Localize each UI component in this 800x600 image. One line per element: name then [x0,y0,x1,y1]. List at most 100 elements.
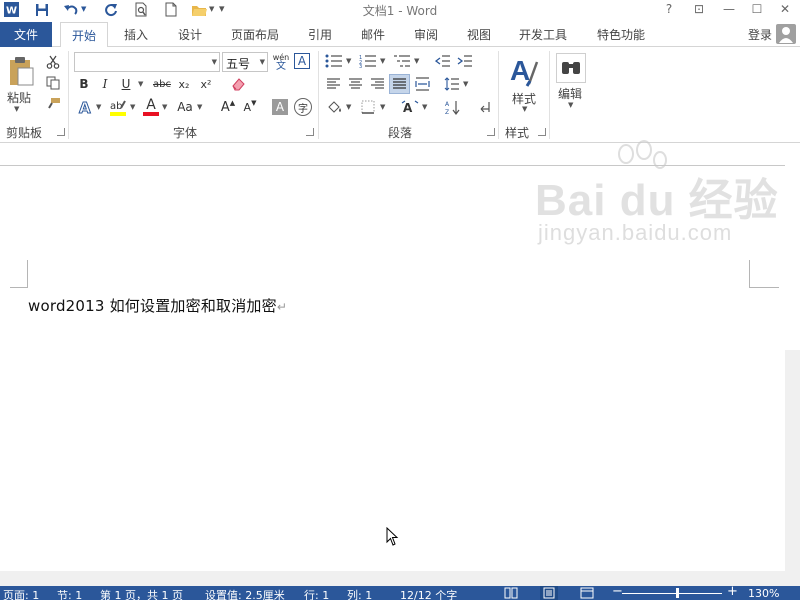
document-text[interactable]: word2013 如何设置加密和取消加密↵ [28,295,287,316]
status-word-count[interactable]: 12/12 个字 [400,587,457,600]
print-preview-icon[interactable] [132,1,150,18]
sort-button[interactable]: AZ [443,98,461,116]
zoom-slider[interactable] [622,593,722,594]
status-line[interactable]: 行: 1 [304,587,329,600]
shading-dropdown-icon[interactable]: ▼ [346,103,351,111]
subscript-button[interactable]: x₂ [175,75,193,93]
sign-in-link[interactable]: 登录 [748,26,772,43]
chinese-layout-button[interactable]: A [400,98,420,116]
shading-button[interactable] [324,98,344,116]
paste-label[interactable]: 粘贴 [7,89,31,106]
highlight-dropdown-icon[interactable]: ▼ [130,103,135,111]
zoom-out-button[interactable]: − [612,584,623,599]
styles-launcher-icon[interactable] [538,128,546,136]
paste-button[interactable] [4,53,38,89]
styles-dropdown-icon[interactable]: ▼ [522,105,527,113]
tab-file[interactable]: 文件 [0,22,52,47]
multilevel-list-button[interactable] [392,52,412,70]
underline-button[interactable]: U [118,75,134,93]
underline-dropdown-icon[interactable]: ▼ [138,80,143,88]
borders-button[interactable] [358,98,378,116]
decrease-indent-button[interactable] [434,52,452,70]
customize-qat-icon[interactable]: ▾ [219,2,225,15]
status-column[interactable]: 列: 1 [347,587,372,600]
avatar[interactable] [776,24,796,44]
align-center-button[interactable] [346,75,364,93]
paragraph-launcher-icon[interactable] [487,128,495,136]
borders-dropdown-icon[interactable]: ▼ [380,103,385,111]
character-shading-button[interactable]: A [272,99,288,115]
strikethrough-button[interactable]: abc [151,75,173,93]
undo-icon[interactable] [62,1,80,18]
shrink-font-button[interactable]: A ▼ [242,98,258,116]
tab-view[interactable]: 视图 [456,22,502,47]
font-color-button[interactable]: A [142,97,160,117]
cut-button[interactable] [44,53,62,71]
line-spacing-dropdown-icon[interactable]: ▼ [463,80,468,88]
text-effects-button[interactable]: A [76,98,94,116]
tab-insert[interactable]: 插入 [113,22,159,47]
grow-font-button[interactable]: A ▲ [220,98,236,116]
justify-button[interactable] [389,74,410,94]
tab-mailings[interactable]: 邮件 [350,22,396,47]
maximize-button[interactable]: ☐ [744,0,770,18]
line-spacing-button[interactable] [443,75,461,93]
text-effects-dropdown-icon[interactable]: ▼ [96,103,101,111]
save-icon[interactable] [33,1,51,18]
bullets-button[interactable] [324,52,344,70]
zoom-level[interactable]: 130% [748,587,779,600]
bold-button[interactable]: B [76,75,92,93]
zoom-in-button[interactable]: + [727,584,738,599]
new-document-icon[interactable] [162,1,180,18]
styles-gallery-button[interactable]: A [508,53,540,89]
font-name-combo[interactable]: ▼ [74,52,220,72]
web-layout-icon[interactable] [580,587,594,599]
tab-special-features[interactable]: 特色功能 [588,22,654,47]
bullets-dropdown-icon[interactable]: ▼ [346,57,351,65]
align-left-button[interactable] [324,75,342,93]
change-case-button[interactable]: Aa [174,98,196,116]
font-launcher-icon[interactable] [306,128,314,136]
superscript-button[interactable]: x² [197,75,215,93]
ribbon-display-options-button[interactable]: ⊡ [686,0,712,18]
tab-review[interactable]: 审阅 [403,22,449,47]
chinese-layout-dropdown-icon[interactable]: ▼ [422,103,427,111]
tab-design[interactable]: 设计 [167,22,213,47]
distributed-button[interactable] [413,75,431,93]
increase-indent-button[interactable] [456,52,474,70]
copy-button[interactable] [44,74,62,92]
status-page[interactable]: 页面: 1 [3,587,39,600]
redo-icon[interactable] [102,1,120,18]
word-logo-icon[interactable]: W [2,1,20,18]
paste-dropdown-icon[interactable]: ▼ [14,105,19,113]
numbering-dropdown-icon[interactable]: ▼ [380,57,385,65]
enclose-characters-button[interactable]: 字 [294,98,312,116]
tab-references[interactable]: 引用 [297,22,343,47]
undo-dropdown-icon[interactable]: ▼ [81,5,86,13]
zoom-slider-thumb[interactable] [676,588,679,598]
font-size-combo[interactable]: 五号 ▼ [222,52,268,72]
scrollbar-thumb[interactable] [785,350,800,571]
numbering-button[interactable]: 123 [358,52,378,70]
status-section[interactable]: 节: 1 [57,587,82,600]
help-button[interactable]: ? [656,0,682,18]
italic-button[interactable]: I [97,75,113,93]
font-color-dropdown-icon[interactable]: ▼ [162,103,167,111]
multilevel-dropdown-icon[interactable]: ▼ [414,57,419,65]
align-right-button[interactable] [368,75,386,93]
minimize-button[interactable]: — [716,0,742,18]
phonetic-guide-button[interactable]: wén 文 [271,50,291,74]
tab-home[interactable]: 开始 [60,22,108,48]
status-position[interactable]: 设置值: 2.5厘米 [205,587,285,600]
print-layout-icon[interactable] [540,586,558,600]
highlight-button[interactable]: ab [108,97,128,117]
close-button[interactable]: ✕ [772,0,798,18]
clipboard-launcher-icon[interactable] [57,128,65,136]
tab-developer[interactable]: 开发工具 [510,22,576,47]
status-page-of[interactable]: 第 1 页，共 1 页 [100,587,183,600]
editing-label[interactable]: 编辑 [558,85,582,102]
editing-dropdown-icon[interactable]: ▼ [568,101,573,109]
editing-button[interactable] [556,53,586,83]
format-painter-button[interactable] [44,95,62,113]
read-mode-icon[interactable] [504,587,518,599]
